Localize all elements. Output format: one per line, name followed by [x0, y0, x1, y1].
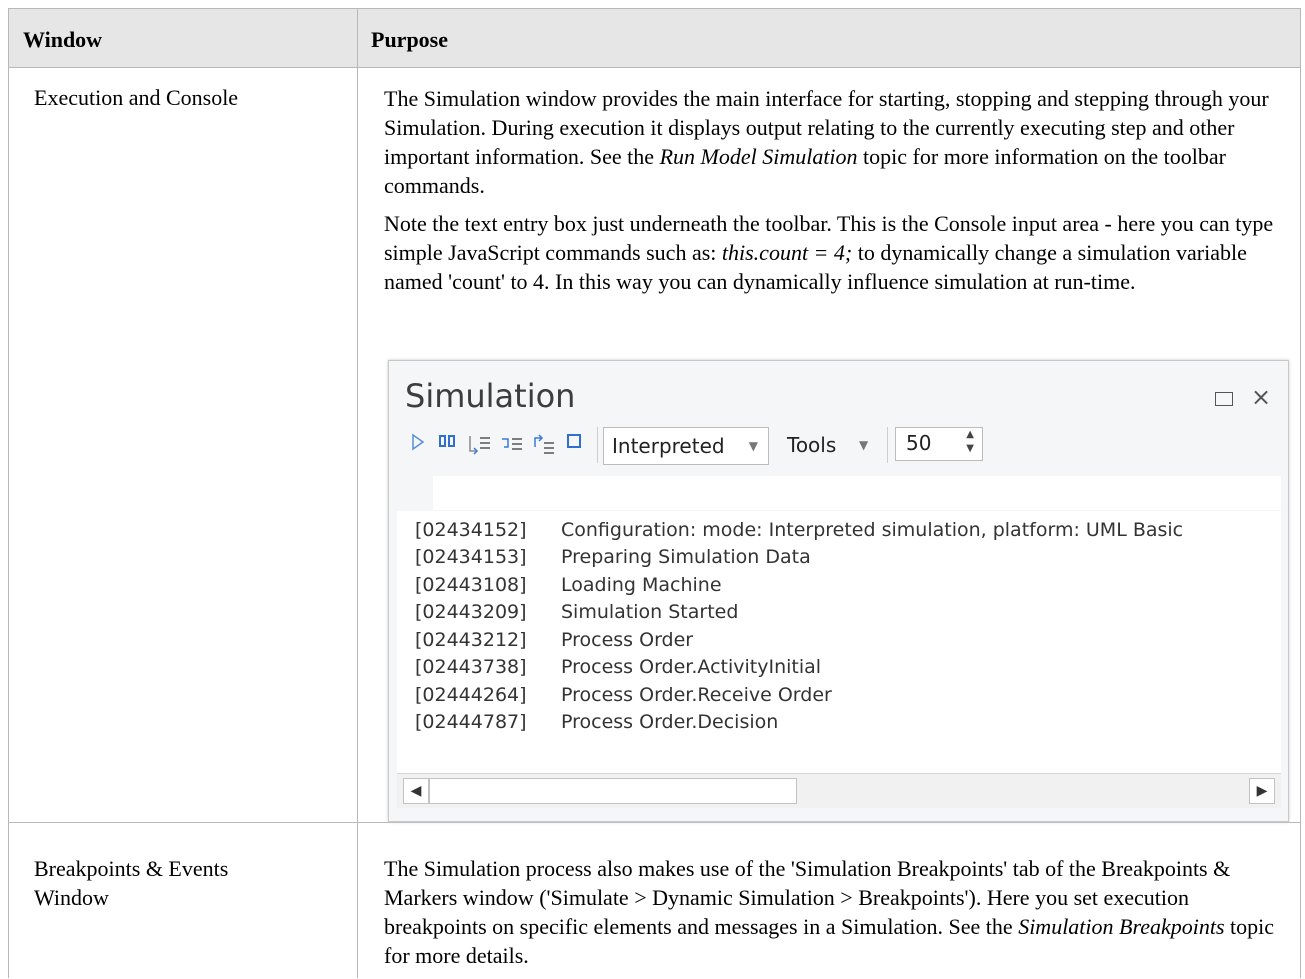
simulation-title: Simulation: [405, 377, 576, 415]
simulation-output-log: [02434152] Configuration: mode: Interpret…: [397, 511, 1281, 773]
tools-menu[interactable]: Tools ▼: [787, 427, 877, 465]
row2-window-name: Breakpoints & Events Window: [34, 856, 229, 910]
speed-stepper[interactable]: 50 ▲ ▼: [895, 427, 983, 461]
table-header: Window Purpose: [8, 8, 1301, 68]
step-over-icon[interactable]: [497, 433, 527, 455]
scroll-right-icon[interactable]: ▶: [1249, 778, 1275, 804]
header-window: Window: [23, 27, 103, 52]
row2-purpose: The Simulation process also makes use of…: [384, 854, 1289, 979]
horizontal-scrollbar[interactable]: ◀ ▶: [397, 773, 1281, 808]
row2-purpose-paragraph: The Simulation process also makes use of…: [384, 856, 1275, 968]
step-in-icon[interactable]: [465, 433, 495, 455]
row1-purpose: The Simulation window provides the main …: [384, 84, 1284, 305]
pause-icon[interactable]: [437, 433, 459, 455]
stop-icon[interactable]: [563, 433, 585, 455]
simulation-toolbar: Interpreted ▼ Tools ▼ 50 ▲ ▼: [405, 423, 1281, 469]
console-input[interactable]: [433, 476, 1281, 510]
chevron-down-icon: ▼: [859, 438, 869, 452]
close-icon[interactable]: ×: [1251, 383, 1271, 411]
tools-menu-label: Tools: [787, 433, 837, 457]
spinner-arrows-icon[interactable]: ▲ ▼: [966, 428, 974, 456]
window-purpose-table: Window Purpose Execution and Console The…: [8, 8, 1302, 978]
chevron-down-icon: ▼: [748, 439, 758, 453]
speed-value: 50: [906, 431, 932, 455]
row1-purpose-paragraph-2: Note the text entry box just underneath …: [384, 211, 1274, 294]
row1-purpose-paragraph-1: The Simulation window provides the main …: [384, 86, 1269, 198]
row1-window-name: Execution and Console: [34, 85, 239, 110]
step-out-icon[interactable]: [529, 433, 559, 455]
play-icon[interactable]: [407, 433, 429, 455]
header-purpose: Purpose: [371, 27, 448, 52]
maximize-icon[interactable]: [1215, 392, 1233, 406]
simulation-window: Simulation × Interpreted ▼ Tools ▼ 50 ▲ …: [388, 360, 1289, 822]
scrollbar-thumb[interactable]: [429, 778, 797, 804]
mode-dropdown[interactable]: Interpreted ▼: [603, 427, 769, 465]
mode-dropdown-value: Interpreted: [612, 434, 725, 458]
scroll-left-icon[interactable]: ◀: [403, 778, 429, 804]
